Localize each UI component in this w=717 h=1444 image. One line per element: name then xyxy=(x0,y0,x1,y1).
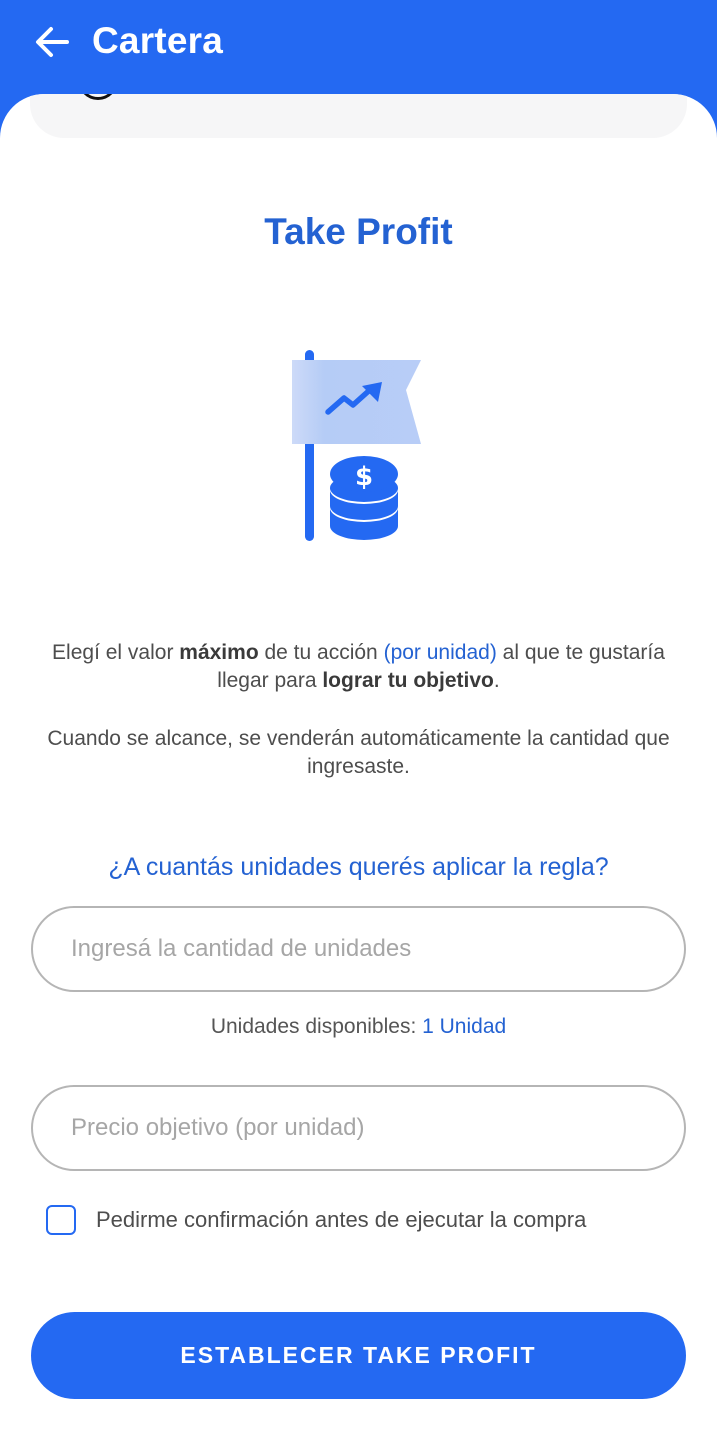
per-unit-link: (por unidad) xyxy=(383,641,497,664)
page-title: Cartera xyxy=(92,20,223,61)
confirm-checkbox[interactable] xyxy=(46,1205,76,1235)
content-sheet: Take Profit $ Elegí el valor máximo de t… xyxy=(0,94,717,1444)
section-title: Take Profit xyxy=(264,211,453,252)
units-input[interactable]: Ingresá la cantidad de unidades xyxy=(31,906,686,992)
confirm-checkbox-row[interactable]: Pedirme confirmación antes de ejecutar l… xyxy=(46,1205,586,1235)
back-button[interactable] xyxy=(32,22,72,62)
arrow-left-icon xyxy=(36,27,69,57)
target-price-input[interactable]: Precio objetivo (por unidad) xyxy=(31,1085,686,1171)
flag-chart-coins-icon: $ xyxy=(292,350,421,541)
units-question: ¿A cuantás unidades querés aplicar la re… xyxy=(108,853,609,881)
previous-card xyxy=(30,94,687,138)
units-input-placeholder: Ingresá la cantidad de unidades xyxy=(71,935,412,962)
target-price-placeholder: Precio objetivo (por unidad) xyxy=(71,1114,365,1141)
svg-text:$: $ xyxy=(355,462,373,492)
set-take-profit-button[interactable]: ESTABLECER TAKE PROFIT xyxy=(31,1312,686,1399)
confirm-checkbox-label[interactable]: Pedirme confirmación antes de ejecutar l… xyxy=(96,1205,586,1235)
instruction-text: Elegí el valor máximo de tu acción (por … xyxy=(52,641,665,692)
available-units: Unidades disponibles: 1 Unidad xyxy=(210,1015,507,1038)
auto-sell-note: Cuando se alcance, se venderán automátic… xyxy=(47,727,670,778)
available-units-value: 1 Unidad xyxy=(422,1015,507,1038)
